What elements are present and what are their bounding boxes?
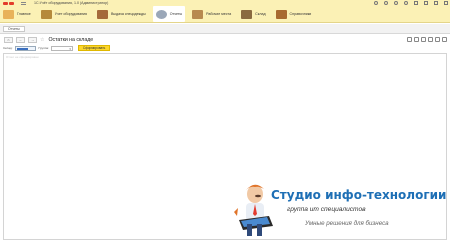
brand-watermark: Студио инфо-технологии группа ит специал… bbox=[229, 180, 447, 238]
home-button[interactable]: ⌂ bbox=[4, 37, 13, 43]
settings-icon[interactable] bbox=[421, 37, 426, 42]
section-catalogs[interactable]: Справочники bbox=[273, 6, 315, 22]
open-windows-bar: Отчеты bbox=[0, 24, 450, 34]
report-placeholder: Отчет не сформирован bbox=[6, 55, 39, 59]
notifications-icon[interactable] bbox=[374, 1, 378, 5]
history-icon[interactable] bbox=[384, 1, 388, 5]
warehouse-icon bbox=[241, 9, 253, 19]
star-icon[interactable]: ☆ bbox=[40, 37, 44, 43]
group-label: Группа: bbox=[38, 46, 49, 50]
brand-name: Студио инфо-технологии bbox=[271, 188, 447, 202]
maximize-icon[interactable] bbox=[434, 1, 438, 5]
main-menu-icon[interactable] bbox=[21, 1, 26, 5]
close-icon[interactable] bbox=[444, 1, 448, 5]
arrow-right-icon: → bbox=[30, 38, 35, 42]
forward-button[interactable]: → bbox=[28, 37, 37, 43]
home-icon: ⌂ bbox=[7, 38, 10, 42]
form-command-bar: ⌂ ← → ☆ Остатки на складе bbox=[0, 36, 450, 44]
section-warehouse[interactable]: Склад bbox=[238, 6, 268, 22]
close-form-icon[interactable] bbox=[442, 37, 447, 42]
generate-button[interactable]: Сформировать bbox=[77, 45, 111, 51]
search-icon[interactable] bbox=[404, 1, 408, 5]
equipment-icon bbox=[40, 9, 52, 19]
section-workplaces[interactable]: Рабочие места bbox=[189, 6, 234, 22]
section-label: Рабочие места bbox=[206, 12, 232, 16]
favorites-icon[interactable] bbox=[394, 1, 398, 5]
section-reports[interactable]: Отчеты bbox=[152, 6, 186, 22]
save-icon[interactable] bbox=[414, 37, 419, 42]
link-icon[interactable] bbox=[428, 37, 433, 42]
reports-icon bbox=[155, 9, 167, 19]
section-label: Справочники bbox=[289, 12, 312, 16]
warehouse-selection bbox=[16, 47, 28, 50]
section-main[interactable]: Главное bbox=[0, 6, 34, 22]
warehouse-field[interactable] bbox=[14, 45, 36, 51]
tab-reports[interactable]: Отчеты bbox=[3, 26, 25, 32]
workwear-icon bbox=[97, 9, 109, 19]
report-filters: Склад: Группа: ▾ Сформировать bbox=[0, 45, 450, 51]
section-panel: Главное Учет оборудования Выдача спецоде… bbox=[0, 6, 450, 23]
arrow-left-icon: ← bbox=[18, 38, 23, 42]
print-icon[interactable] bbox=[407, 37, 412, 42]
window-controls bbox=[368, 1, 448, 5]
brand-slogan: Умные решения для бизнеса bbox=[305, 220, 389, 227]
warehouse-label: Склад: bbox=[3, 46, 13, 50]
section-label: Выдача спецодежды bbox=[111, 12, 146, 16]
section-label: Главное bbox=[17, 12, 31, 16]
group-field[interactable]: ▾ bbox=[50, 45, 73, 51]
back-button[interactable]: ← bbox=[16, 37, 25, 43]
section-workwear[interactable]: Выдача спецодежды bbox=[94, 6, 149, 22]
minimize-icon[interactable] bbox=[424, 1, 428, 5]
form-title: Остатки на складе bbox=[48, 37, 94, 43]
section-label: Учет оборудования bbox=[54, 12, 88, 16]
catalogs-icon bbox=[275, 9, 287, 19]
section-label: Отчеты bbox=[169, 12, 183, 16]
chevron-down-icon[interactable]: ▾ bbox=[69, 47, 71, 51]
workplaces-icon bbox=[192, 9, 204, 19]
home-icon bbox=[3, 9, 14, 19]
brand-tagline: группа ит специалистов bbox=[287, 206, 366, 213]
section-equipment[interactable]: Учет оборудования bbox=[38, 6, 90, 22]
app-logo bbox=[3, 1, 15, 5]
settings-icon[interactable] bbox=[414, 1, 418, 5]
section-label: Склад bbox=[255, 12, 266, 16]
app-title: 1С:Учёт оборудования, 1.0 (Администратор… bbox=[34, 1, 109, 5]
more-icon[interactable] bbox=[435, 37, 440, 42]
form-actions bbox=[405, 37, 447, 42]
